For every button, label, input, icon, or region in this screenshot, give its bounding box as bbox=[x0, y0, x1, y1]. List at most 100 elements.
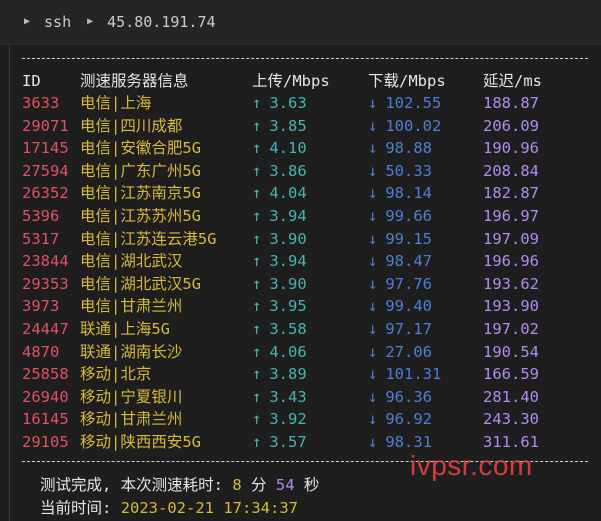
summary-minutes-unit: 分 bbox=[251, 476, 267, 494]
arrow-down-icon: ↓ bbox=[368, 116, 378, 135]
row-upload-value: 3.95 bbox=[269, 297, 307, 316]
arrow-up-icon: ↑ bbox=[252, 207, 262, 225]
row-download-value: 102.55 bbox=[385, 94, 442, 112]
arrow-up-icon: ↑ bbox=[252, 410, 262, 429]
row-upload-value: 4.04 bbox=[269, 184, 307, 203]
row-upload: ↑ 3.92 bbox=[252, 408, 307, 430]
row-upload-value: 3.90 bbox=[269, 229, 307, 248]
row-id: 17145 bbox=[22, 139, 69, 158]
row-server-name: 移动|宁夏银川 bbox=[80, 387, 183, 406]
row-id: 3973 bbox=[22, 297, 60, 316]
row-upload: ↑ 3.57 bbox=[252, 431, 307, 453]
arrow-down-icon: ↓ bbox=[368, 274, 378, 293]
row-download: ↓ 101.31 bbox=[368, 363, 441, 385]
row-id: 29353 bbox=[22, 274, 69, 293]
arrow-up-icon: ↑ bbox=[252, 184, 262, 203]
row-server-name: 移动|甘肃兰州 bbox=[80, 410, 183, 429]
row-upload-value: 3.89 bbox=[269, 365, 307, 384]
row-upload-value: 4.06 bbox=[269, 342, 307, 361]
speedtest-table-header: ID 测速服务器信息 上传/Mbps 下载/Mbps 延迟/ms bbox=[0, 70, 601, 92]
row-server-name: 电信|江苏苏州5G bbox=[80, 207, 201, 225]
row-latency: 208.84 bbox=[483, 161, 539, 180]
arrow-up-icon: ↑ bbox=[252, 297, 262, 316]
row-server-name: 电信|江苏连云港5G bbox=[80, 229, 217, 248]
row-upload-value: 3.92 bbox=[269, 410, 307, 429]
row-server-name: 电信|江苏南京5G bbox=[80, 184, 201, 203]
watermark-logo: ivpsr.com bbox=[410, 450, 533, 481]
summary-seconds: 54 bbox=[275, 476, 295, 494]
row-download: ↓ 97.17 bbox=[368, 318, 432, 340]
row-server-name: 电信|安徽合肥5G bbox=[80, 139, 201, 158]
arrow-down-icon: ↓ bbox=[368, 184, 378, 203]
row-download-value: 27.06 bbox=[385, 342, 433, 361]
row-download: ↓ 99.40 bbox=[368, 295, 432, 317]
row-id: 4870 bbox=[22, 342, 60, 361]
row-latency: 243.30 bbox=[483, 410, 539, 429]
arrow-up-icon: ↑ bbox=[252, 342, 262, 361]
row-download: ↓ 96.92 bbox=[368, 408, 432, 430]
table-row: 5317 电信|江苏连云港5G ↑ 3.90 ↓ 99.15 197.09 bbox=[0, 228, 601, 251]
row-download-value: 99.66 bbox=[385, 207, 433, 225]
row-server-name: 移动|北京 bbox=[80, 365, 152, 384]
row-server-name: 电信|广东广州5G bbox=[80, 161, 201, 180]
arrow-down-icon: ↓ bbox=[368, 387, 378, 406]
table-row: 26940 移动|宁夏银川 ↑ 3.43 ↓ 96.36 281.40 bbox=[0, 386, 601, 409]
arrow-down-icon: ↓ bbox=[368, 342, 378, 361]
arrow-down-icon: ↓ bbox=[368, 229, 378, 248]
row-id: 24447 bbox=[22, 320, 69, 338]
row-server-name: 电信|湖北武汉5G bbox=[80, 274, 201, 293]
row-download-value: 100.02 bbox=[385, 116, 442, 135]
arrow-up-icon: ↑ bbox=[252, 116, 262, 135]
row-id: 5317 bbox=[22, 229, 60, 248]
row-download-value: 98.88 bbox=[385, 139, 433, 158]
row-latency: 197.02 bbox=[483, 320, 539, 338]
header-server: 测速服务器信息 bbox=[80, 72, 189, 90]
row-latency: 197.09 bbox=[483, 229, 539, 248]
arrow-up-icon: ↑ bbox=[252, 252, 262, 271]
arrow-down-icon: ↓ bbox=[368, 139, 378, 158]
row-latency: 281.40 bbox=[483, 387, 539, 406]
row-upload: ↑ 3.94 bbox=[252, 205, 307, 227]
header-id: ID bbox=[22, 72, 41, 90]
table-row: 23844 电信|湖北武汉 ↑ 3.94 ↓ 98.47 196.96 bbox=[0, 250, 601, 273]
header-download: 下载/Mbps bbox=[368, 72, 446, 90]
table-row: 16145 移动|甘肃兰州 ↑ 3.92 ↓ 96.92 243.30 bbox=[0, 408, 601, 431]
arrow-up-icon: ↑ bbox=[252, 139, 262, 158]
row-download-value: 96.92 bbox=[385, 410, 433, 429]
row-id: 26352 bbox=[22, 184, 69, 203]
row-download: ↓ 97.76 bbox=[368, 273, 432, 295]
row-upload: ↑ 3.94 bbox=[252, 250, 307, 272]
row-download-value: 99.15 bbox=[385, 229, 433, 248]
row-download: ↓ 98.47 bbox=[368, 250, 432, 272]
arrow-down-icon: ↓ bbox=[368, 320, 378, 338]
row-latency: 206.09 bbox=[483, 116, 539, 135]
row-latency: 196.96 bbox=[483, 252, 539, 271]
header-upload: 上传/Mbps bbox=[252, 72, 330, 90]
row-id: 29105 bbox=[22, 433, 69, 451]
row-upload: ↑ 3.95 bbox=[252, 295, 307, 317]
row-upload-value: 3.94 bbox=[269, 207, 307, 225]
breadcrumb-item-host[interactable]: 45.80.191.74 bbox=[107, 13, 215, 31]
row-download-value: 98.47 bbox=[385, 252, 433, 271]
row-id: 29071 bbox=[22, 116, 69, 135]
table-row: 26352 电信|江苏南京5G ↑ 4.04 ↓ 98.14 182.87 bbox=[0, 182, 601, 205]
row-download: ↓ 99.66 bbox=[368, 205, 432, 227]
row-upload: ↑ 4.06 bbox=[252, 341, 307, 363]
summary-minutes: 8 bbox=[232, 476, 242, 494]
row-upload: ↑ 3.90 bbox=[252, 228, 307, 250]
arrow-up-icon: ↑ bbox=[252, 387, 262, 406]
chevron-right-icon: ▶ bbox=[24, 15, 31, 27]
breadcrumb-item-ssh[interactable]: ssh bbox=[44, 13, 71, 31]
dashed-divider-top bbox=[22, 58, 588, 59]
row-server-name: 电信|四川成都 bbox=[80, 116, 183, 135]
row-server-name: 联通|湖南长沙 bbox=[80, 342, 183, 361]
row-download-value: 98.31 bbox=[385, 433, 433, 451]
table-row: 17145 电信|安徽合肥5G ↑ 4.10 ↓ 98.88 190.96 bbox=[0, 137, 601, 160]
row-download: ↓ 98.88 bbox=[368, 137, 432, 159]
summary-duration: 测试完成, 本次测速耗时: 8 分 54 秒 bbox=[40, 474, 319, 496]
row-id: 16145 bbox=[22, 410, 69, 429]
row-download: ↓ 100.02 bbox=[368, 115, 441, 137]
row-latency: 190.96 bbox=[483, 139, 539, 158]
row-upload-value: 3.86 bbox=[269, 161, 307, 180]
arrow-down-icon: ↓ bbox=[368, 297, 378, 316]
